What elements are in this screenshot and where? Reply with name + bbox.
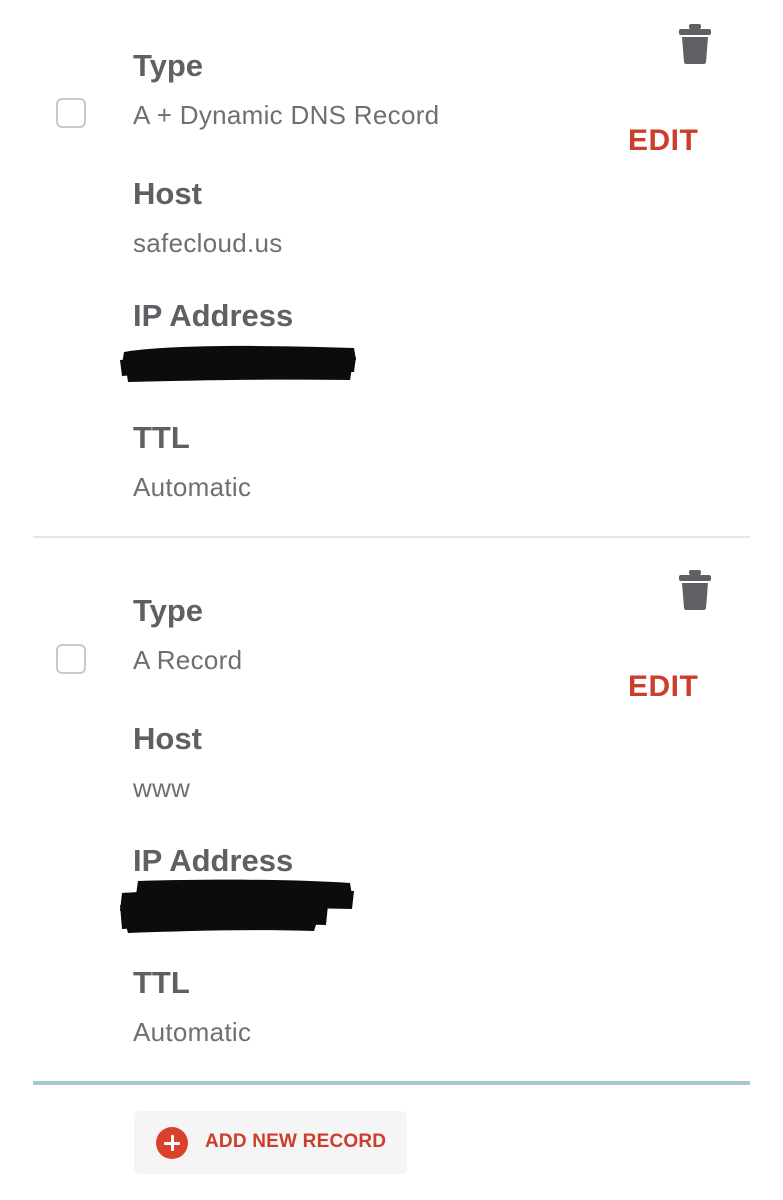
plus-circle-icon [156, 1127, 188, 1159]
redacted-ip-address [120, 879, 354, 933]
ttl-value: Automatic [133, 1017, 252, 1047]
type-label: Type [133, 48, 204, 83]
type-value: A Record [133, 645, 243, 675]
host-value: www [133, 773, 191, 803]
record-select-checkbox[interactable] [56, 98, 86, 128]
trash-icon [679, 570, 711, 610]
redacted-ip-address [120, 345, 356, 382]
trash-icon [679, 24, 711, 64]
dns-record-1: EDIT Type A + Dynamic DNS Record Host sa… [0, 0, 783, 537]
record-select-checkbox[interactable] [56, 644, 86, 674]
record-divider [33, 536, 750, 538]
delete-record-button[interactable] [678, 568, 712, 612]
ttl-label: TTL [133, 420, 190, 455]
ttl-value: Automatic [133, 472, 252, 502]
ip-address-label: IP Address [133, 298, 294, 333]
ttl-label: TTL [133, 965, 190, 1000]
add-new-record-label: ADD NEW RECORD [205, 1131, 387, 1152]
type-value: A + Dynamic DNS Record [133, 100, 440, 130]
ip-address-label: IP Address [133, 843, 294, 878]
host-label: Host [133, 721, 202, 756]
dns-record-2: EDIT Type A Record Host www IP Address T… [0, 545, 783, 1082]
host-value: safecloud.us [133, 228, 283, 258]
edit-record-button[interactable]: EDIT [628, 670, 698, 704]
type-label: Type [133, 593, 204, 628]
host-label: Host [133, 176, 202, 211]
add-new-record-button[interactable]: ADD NEW RECORD [134, 1111, 407, 1174]
delete-record-button[interactable] [678, 22, 712, 66]
edit-record-button[interactable]: EDIT [628, 124, 698, 158]
records-end-divider [33, 1081, 750, 1085]
